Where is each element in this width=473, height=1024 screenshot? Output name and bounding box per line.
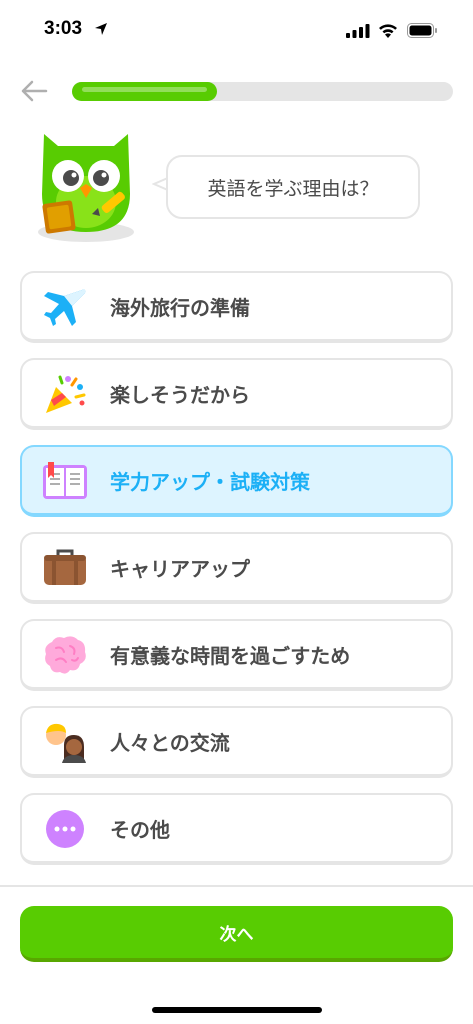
progress-bar — [72, 82, 453, 101]
progress-fill — [72, 82, 217, 101]
option-career[interactable]: キャリアアップ — [20, 532, 453, 604]
airplane-icon — [44, 289, 86, 326]
briefcase-icon — [44, 549, 86, 585]
wifi-icon — [379, 24, 397, 38]
option-travel[interactable]: 海外旅行の準備 — [20, 271, 453, 343]
option-label: 人々との交流 — [110, 730, 230, 755]
question-text: 英語を学ぶ理由は？ — [207, 177, 379, 200]
option-meaningful[interactable]: 有意義な時間を過ごすため — [20, 619, 453, 691]
option-label: その他 — [110, 817, 170, 842]
next-button[interactable]: 次へ — [20, 906, 453, 962]
option-label: キャリアアップ — [110, 556, 250, 581]
brain-icon — [45, 636, 86, 674]
option-other[interactable]: その他 — [20, 793, 453, 865]
back-arrow-icon[interactable] — [20, 79, 48, 103]
option-label: 海外旅行の準備 — [110, 295, 250, 320]
option-study[interactable]: 学力アップ・試験対策 — [20, 445, 453, 517]
option-label: 有意義な時間を過ごすため — [110, 643, 351, 668]
home-indicator — [152, 1007, 322, 1013]
speech-bubble: 英語を学ぶ理由は？ — [166, 155, 420, 219]
location-arrow-icon — [95, 23, 107, 35]
battery-icon — [407, 23, 437, 38]
more-icon — [46, 810, 84, 848]
progress-shine — [82, 87, 207, 92]
status-bar: 3:03 — [0, 0, 473, 60]
option-label: 楽しそうだから — [110, 382, 250, 407]
people-icon — [46, 723, 86, 763]
option-connect[interactable]: 人々との交流 — [20, 706, 453, 778]
book-icon — [43, 462, 87, 499]
owl-mascot-icon — [38, 134, 134, 242]
option-label: 学力アップ・試験対策 — [110, 469, 310, 494]
option-fun[interactable]: 楽しそうだから — [20, 358, 453, 430]
party-popper-icon — [46, 375, 86, 413]
footer-divider — [0, 885, 473, 887]
cellular-signal-icon — [346, 24, 370, 38]
status-time: 3:03 — [44, 18, 83, 39]
